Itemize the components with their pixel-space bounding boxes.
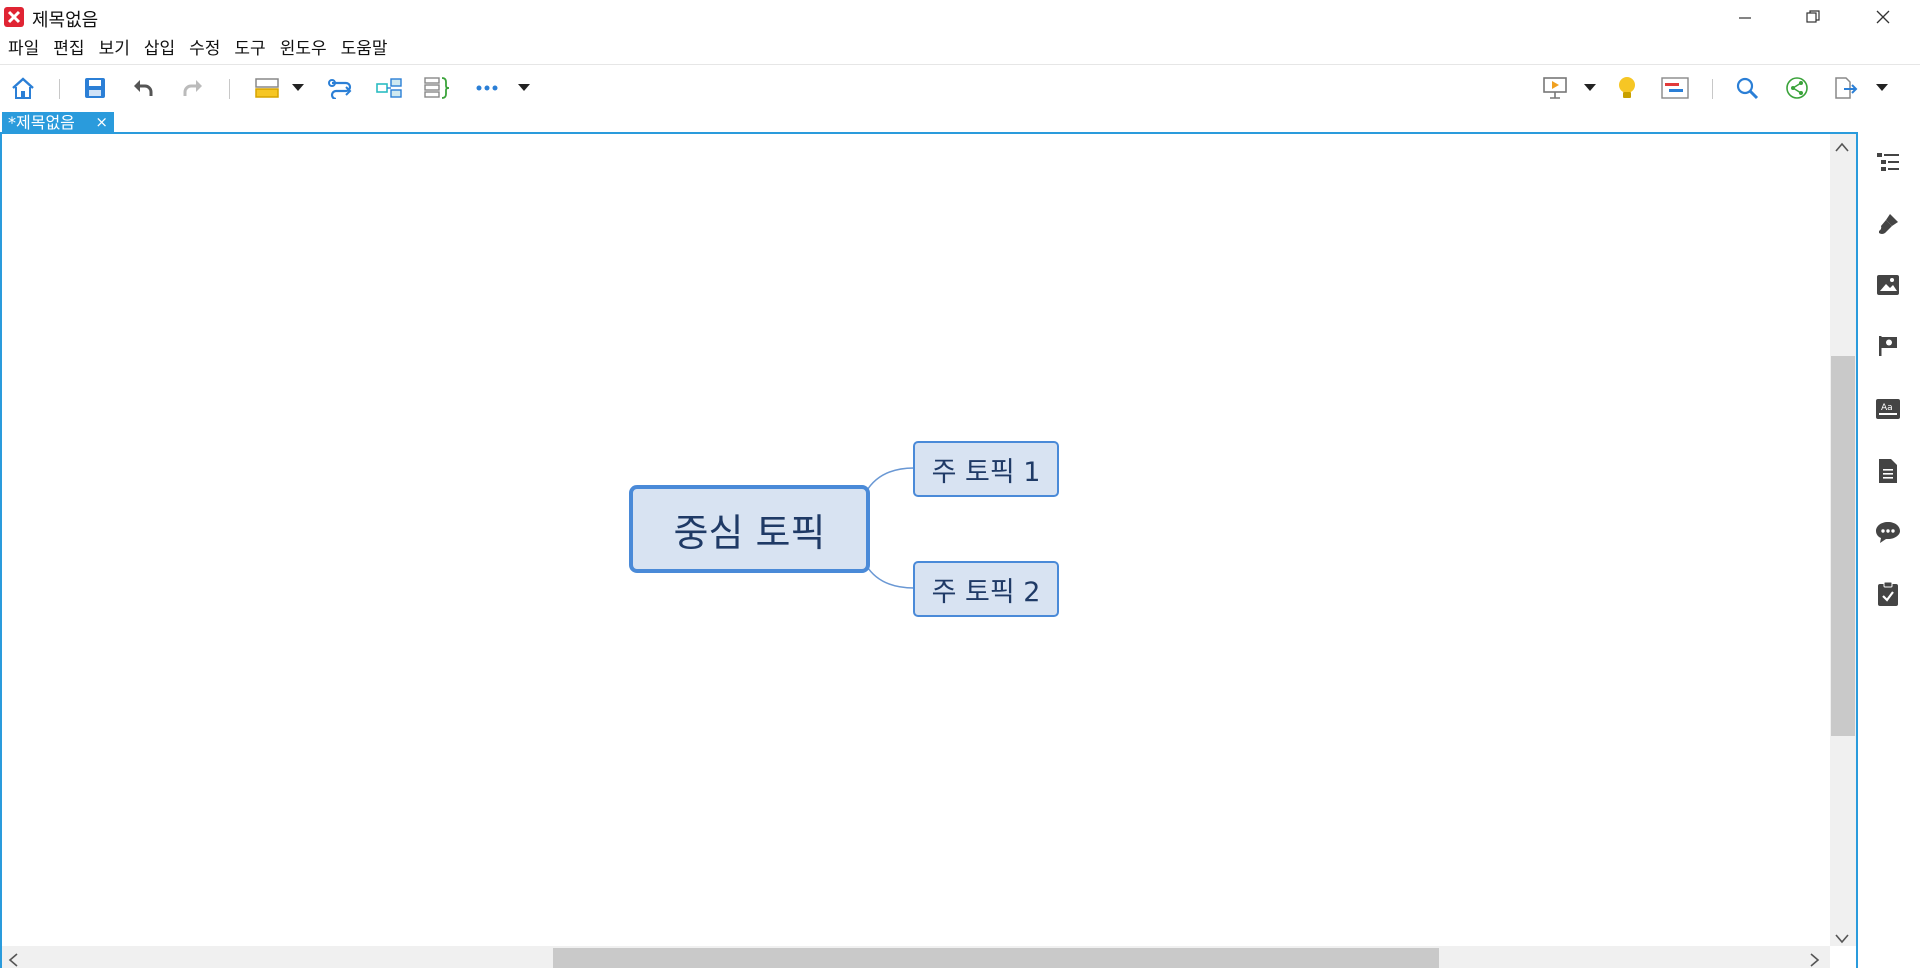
notes-icon[interactable]: [1874, 457, 1902, 485]
task-icon[interactable]: [1874, 580, 1902, 608]
right-sidebar: [1858, 132, 1920, 968]
scroll-up-chevron-icon[interactable]: [1835, 136, 1849, 157]
scroll-down-chevron-icon[interactable]: [1835, 928, 1849, 949]
vertical-scroll-thumb[interactable]: [1831, 356, 1855, 736]
outline-icon[interactable]: [1874, 148, 1902, 176]
text-style-icon[interactable]: Aa: [1874, 395, 1902, 423]
marker-flag-icon[interactable]: [1874, 332, 1902, 360]
horizontal-scroll-thumb[interactable]: [553, 948, 1439, 968]
central-topic[interactable]: 중심 토픽: [629, 485, 870, 573]
image-icon[interactable]: [1874, 271, 1902, 299]
scroll-left-chevron-icon[interactable]: [8, 951, 18, 972]
main-topic-1[interactable]: 주 토픽 1: [913, 441, 1059, 497]
format-brush-icon[interactable]: [1874, 210, 1902, 238]
comment-icon[interactable]: [1874, 518, 1902, 546]
main-topic-2[interactable]: 주 토픽 2: [913, 561, 1059, 617]
svg-text:Aa: Aa: [1881, 403, 1893, 413]
scroll-right-chevron-icon[interactable]: [1810, 951, 1820, 972]
